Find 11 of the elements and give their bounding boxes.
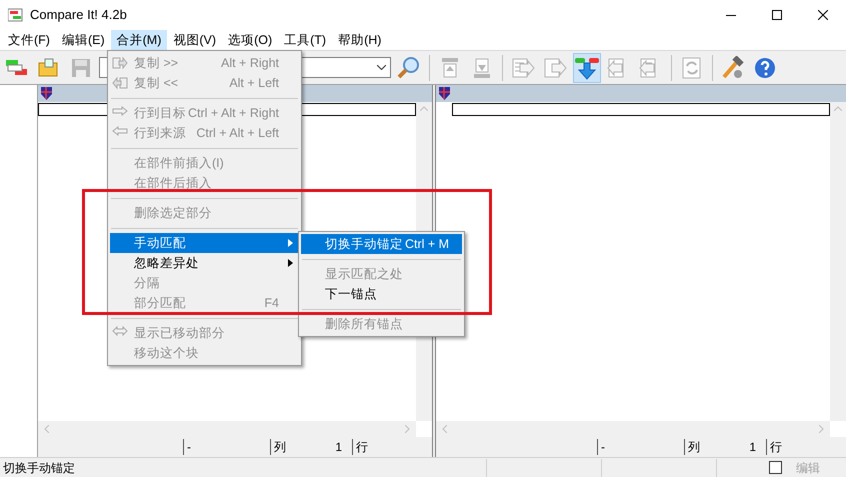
status-text: 切换手动锚定 xyxy=(2,460,76,476)
window-title: Compare It! 4.2b xyxy=(30,6,127,24)
column-label: 列 xyxy=(274,439,286,455)
info-text: - xyxy=(187,440,191,454)
column-number: 1 xyxy=(749,439,756,455)
column-number: 1 xyxy=(335,439,342,455)
mode-indicator: 编辑 xyxy=(795,460,821,476)
line-label: 行 xyxy=(770,440,782,454)
column-label: 列 xyxy=(688,439,700,455)
line-label: 行 xyxy=(356,440,368,454)
info-text: - xyxy=(601,440,605,454)
